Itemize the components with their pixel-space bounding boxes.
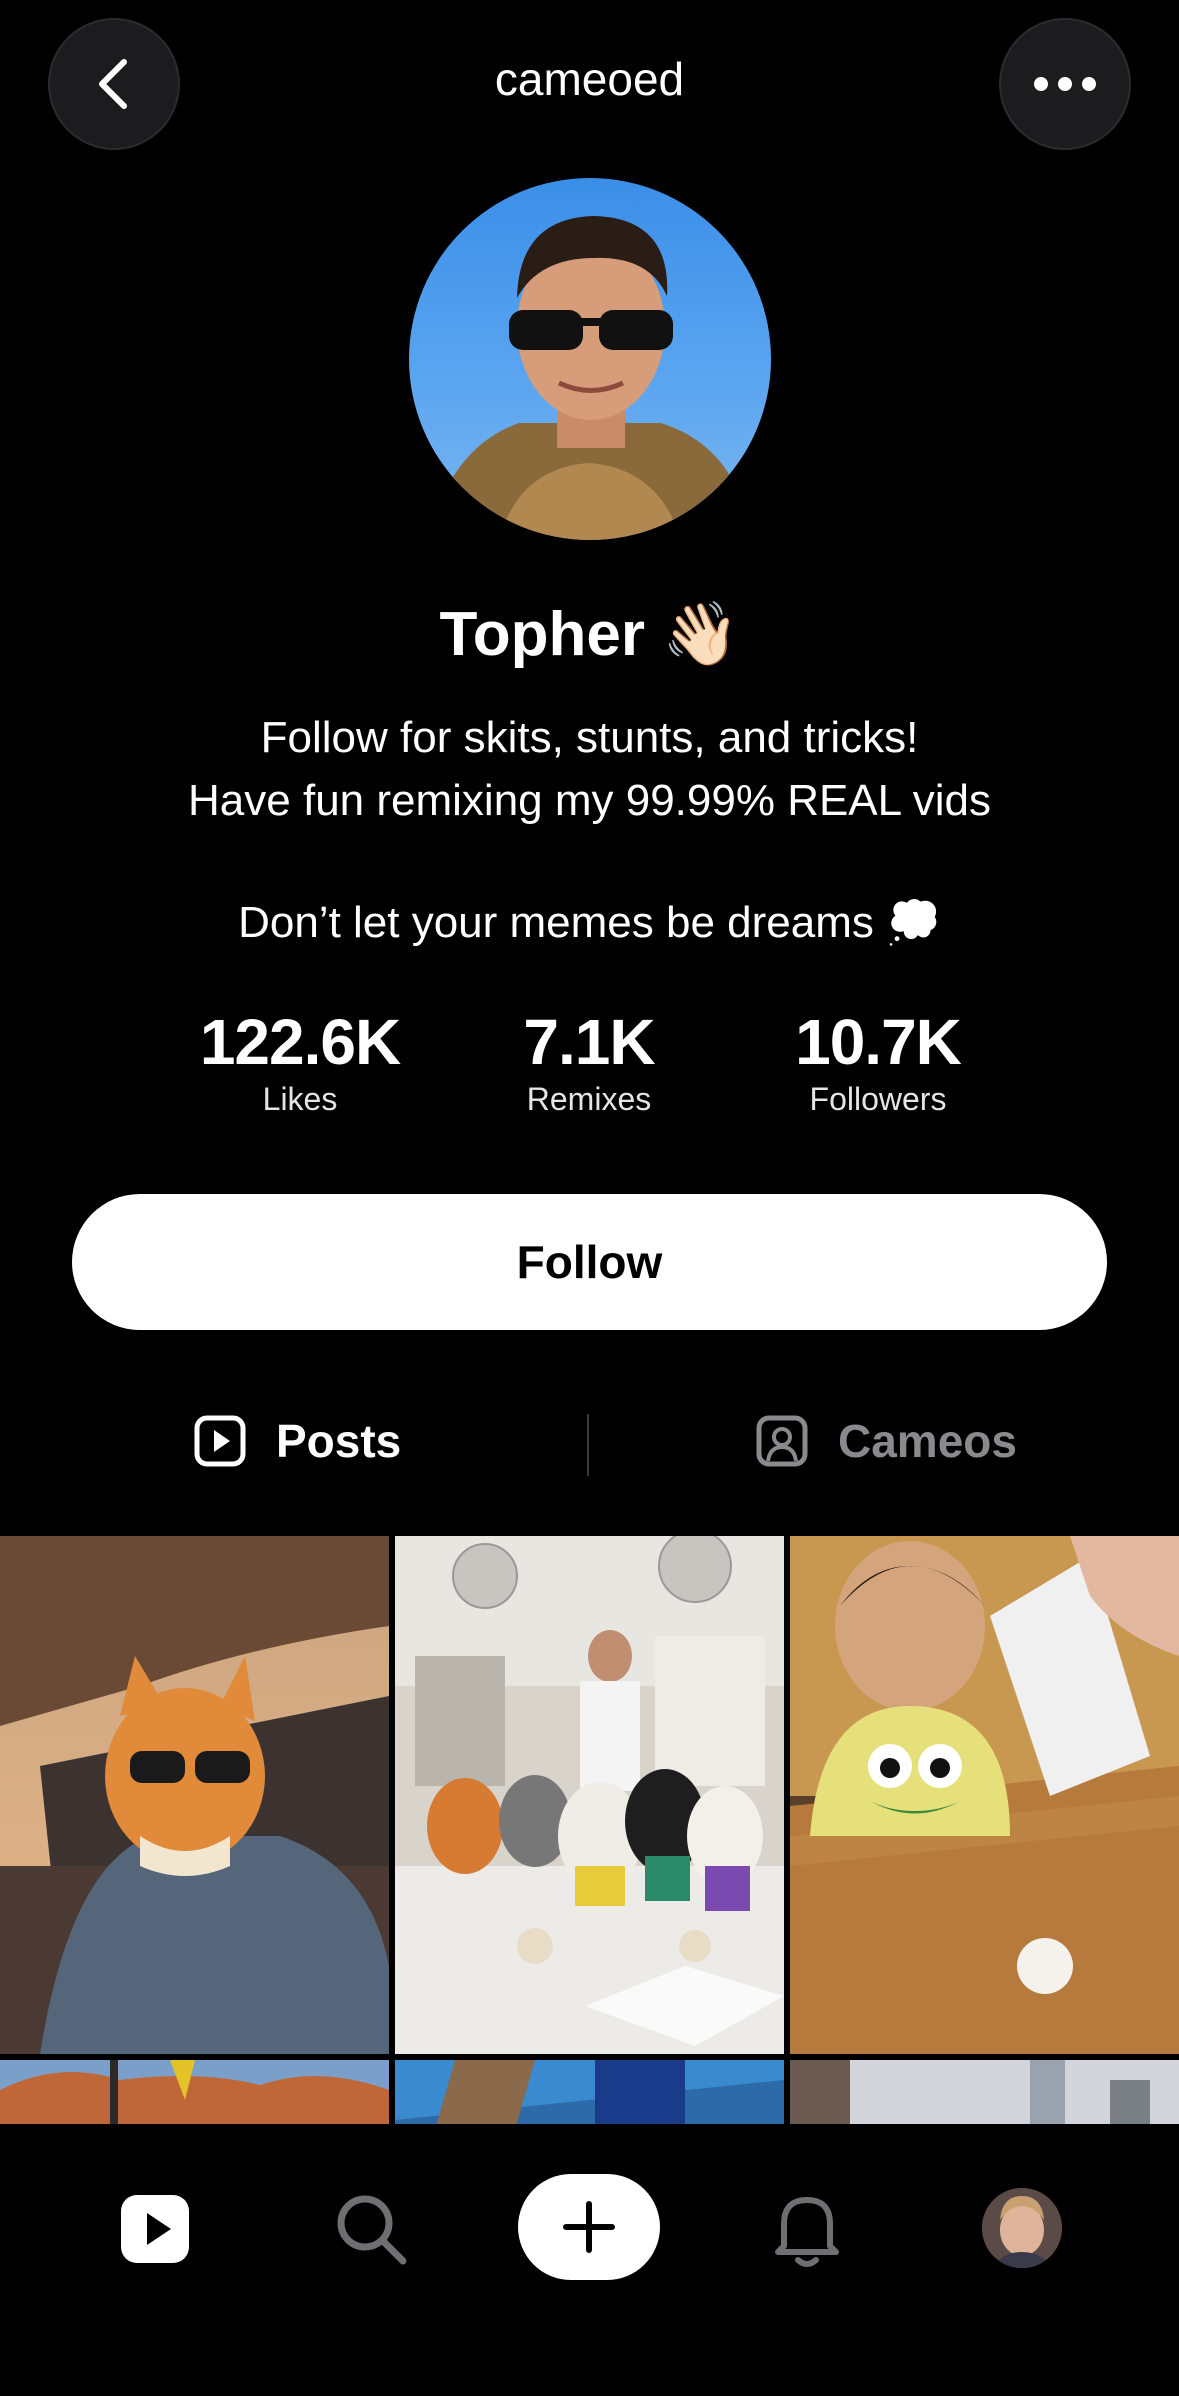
home-indicator <box>436 2370 743 2380</box>
bio-line: Follow for skits, stunts, and tricks! <box>260 713 919 762</box>
bio-line: Have fun remixing my 99.99% REAL vids <box>188 776 991 825</box>
bell-icon <box>775 2197 839 2267</box>
profile-tabs: Posts Cameos <box>0 1414 1179 1478</box>
tab-cameos[interactable]: Cameos <box>756 1414 1017 1468</box>
top-bar: cameoed <box>0 0 1179 170</box>
avatar <box>982 2188 1062 2268</box>
more-options-button[interactable] <box>999 18 1131 150</box>
tab-label: Posts <box>276 1415 402 1467</box>
play-icon <box>121 2195 189 2263</box>
ellipsis-icon <box>1034 77 1096 91</box>
tab-divider <box>587 1414 589 1476</box>
tab-label: Cameos <box>838 1415 1017 1467</box>
search-icon <box>337 2195 407 2265</box>
post-thumbnail[interactable] <box>0 2060 389 2124</box>
nav-notifications[interactable] <box>762 2184 852 2274</box>
stat-label: Remixes <box>526 1081 652 1117</box>
profile-name: Topher <box>439 600 646 669</box>
bio-line: Don’t let your memes be dreams <box>238 898 874 947</box>
tab-posts[interactable]: Posts <box>194 1414 401 1468</box>
play-square-icon <box>194 1415 246 1467</box>
plus-icon <box>563 2201 615 2253</box>
stat-followers[interactable]: 10.7K Followers <box>728 1005 1028 1118</box>
thought-bubble-icon: 💭 <box>886 898 941 947</box>
profile-bio: Follow for skits, stunts, and tricks! Ha… <box>0 706 1179 832</box>
post-thumbnail[interactable] <box>0 1536 389 2054</box>
post-thumbnail[interactable] <box>790 2060 1179 2124</box>
stat-label: Likes <box>262 1081 338 1117</box>
stat-value: 7.1K <box>523 1006 655 1078</box>
wave-emoji-icon: 👋🏻 <box>662 600 740 669</box>
nav-search[interactable] <box>326 2184 416 2274</box>
bio-line-3: Don’t let your memes be dreams 💭 <box>0 896 1179 948</box>
follow-button[interactable]: Follow <box>72 1194 1107 1330</box>
stat-likes[interactable]: 122.6K Likes <box>150 1005 450 1118</box>
profile-avatar <box>409 178 771 540</box>
stat-remixes[interactable]: 7.1K Remixes <box>439 1005 739 1118</box>
post-thumbnail[interactable] <box>395 2060 784 2124</box>
stat-value: 122.6K <box>199 1006 401 1078</box>
profile-stats: 122.6K Likes 7.1K Remixes 10.7K Follower… <box>0 1005 1179 1125</box>
post-thumbnail[interactable] <box>395 1536 784 2054</box>
stat-value: 10.7K <box>795 1006 962 1078</box>
profile-name-row: Topher 👋🏻 <box>0 598 1179 671</box>
nav-profile-avatar[interactable] <box>982 2188 1062 2268</box>
nav-home[interactable] <box>110 2184 200 2274</box>
person-square-icon <box>756 1415 808 1467</box>
nav-create-button[interactable] <box>518 2174 660 2280</box>
posts-grid <box>0 1536 1179 2124</box>
bottom-nav <box>0 2124 1179 2396</box>
stat-label: Followers <box>809 1081 947 1117</box>
post-thumbnail[interactable] <box>790 1536 1179 2054</box>
